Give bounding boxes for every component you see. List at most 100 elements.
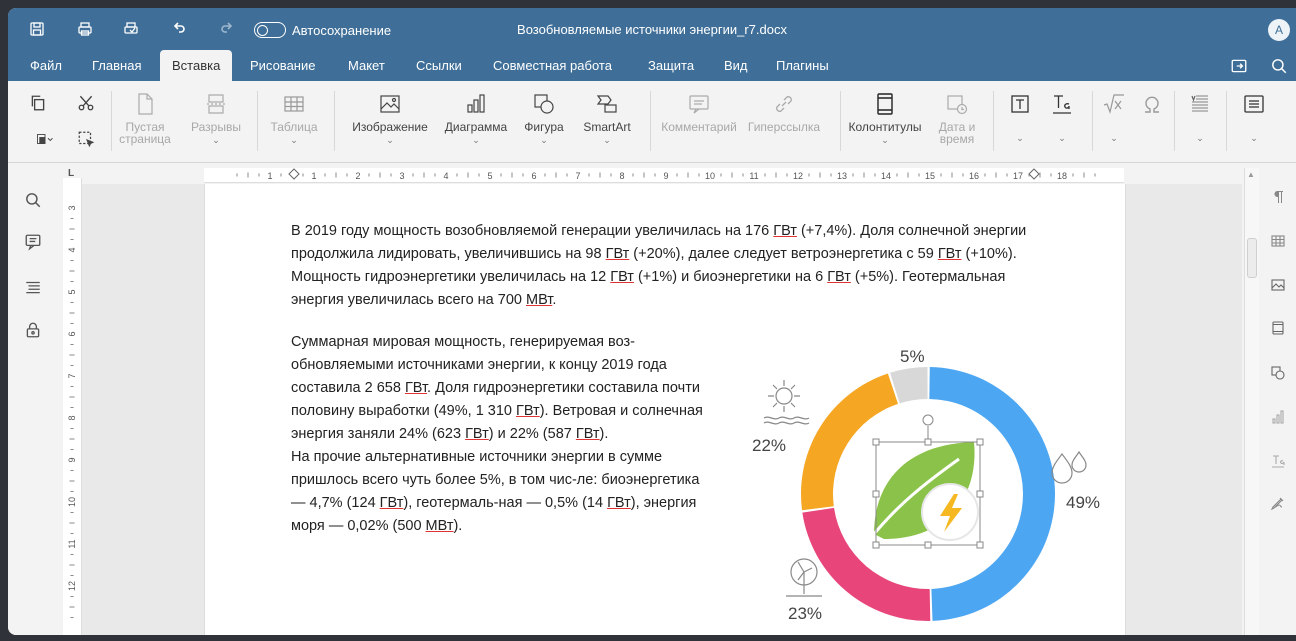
text-run: ).: [599, 426, 609, 442]
menu-file[interactable]: Файл: [26, 50, 66, 81]
ruler-label: 12: [793, 171, 803, 181]
chevron-down-icon: ⌄: [290, 135, 298, 145]
chevron-down-icon: ⌄: [1110, 133, 1118, 143]
paragraph-growth[interactable]: В 2019 году мощность возобновляемой гене…: [291, 220, 1051, 312]
ruler-label: 10: [705, 171, 715, 181]
left-indent-marker[interactable]: [288, 168, 300, 180]
search-icon[interactable]: [24, 191, 44, 211]
image-settings-icon[interactable]: [1270, 277, 1288, 295]
text-run: .: [552, 292, 557, 308]
comments-icon[interactable]: [24, 233, 44, 253]
search-icon[interactable]: [1270, 57, 1288, 75]
equation-button[interactable]: ⌄: [1096, 91, 1132, 144]
shape-settings-icon[interactable]: [1270, 365, 1288, 383]
header-footer-button[interactable]: Колонтитулы ⌄: [846, 91, 924, 146]
dropcap-button[interactable]: ⌄: [1182, 91, 1218, 144]
smartart-button[interactable]: SmartArt ⌄: [576, 91, 638, 146]
user-avatar[interactable]: A: [1268, 19, 1290, 41]
menu-view[interactable]: Вид: [720, 50, 752, 81]
paste-icon[interactable]: [28, 129, 62, 149]
ruler-label: 3: [399, 171, 404, 181]
content-controls-icon: [1241, 91, 1267, 117]
wind-percent-label: 23%: [788, 604, 822, 623]
chevron-down-icon: ⌄: [1250, 133, 1258, 143]
blank-page-button[interactable]: Пустая страница: [116, 91, 174, 145]
comment-button[interactable]: Комментарий: [656, 91, 742, 133]
leaf-bolt-icon[interactable]: [872, 414, 984, 549]
right-indent-marker[interactable]: [1028, 168, 1040, 180]
navigation-icon[interactable]: [24, 278, 44, 298]
energy-share-donut-chart[interactable]: 49% 23% 22% 5%: [724, 334, 1124, 634]
ruler-label: 8: [619, 171, 624, 181]
text-art-button[interactable]: ⌄: [1044, 91, 1080, 144]
table-settings-icon[interactable]: [1270, 233, 1288, 251]
table-label: Таблица: [270, 120, 318, 134]
cut-icon[interactable]: [76, 93, 96, 113]
chart-settings-icon[interactable]: [1270, 409, 1288, 427]
image-icon: [377, 91, 403, 117]
image-button[interactable]: Изображение ⌄: [348, 91, 432, 146]
text-art-settings-icon[interactable]: [1270, 453, 1288, 471]
open-location-icon[interactable]: [1230, 57, 1248, 75]
document-title: Возобновляемые источники энергии_r7.docx: [517, 22, 787, 37]
menu-home[interactable]: Главная: [88, 50, 145, 81]
ruler-label: 18: [1057, 171, 1067, 181]
menu-protection[interactable]: Защита: [644, 50, 698, 81]
square-root-icon: [1101, 91, 1127, 117]
menu-collaboration[interactable]: Совместная работа: [489, 50, 616, 81]
copy-icon[interactable]: [28, 93, 48, 113]
ruler-label: 4: [67, 247, 77, 252]
header-footer-settings-icon[interactable]: [1270, 320, 1288, 338]
undo-icon[interactable]: [168, 18, 190, 40]
symbol-button[interactable]: [1136, 91, 1168, 117]
ruler-label: 1: [311, 171, 316, 181]
menu-insert[interactable]: Вставка: [160, 50, 233, 81]
unit-underlined: ГВт: [379, 495, 404, 511]
unit-underlined: ГВт: [607, 495, 631, 511]
paragraph-mark-icon[interactable]: [1270, 189, 1288, 207]
signature-icon[interactable]: [1270, 495, 1288, 513]
unit-underlined: ГВт: [404, 380, 428, 396]
menu-layout[interactable]: Макет: [344, 50, 389, 81]
right-sidebar: [1260, 163, 1296, 635]
menu-draw[interactable]: Рисование: [246, 50, 319, 81]
chart-label: Диаграмма: [444, 120, 508, 134]
chevron-down-icon: ⌄: [1016, 133, 1024, 143]
table-button[interactable]: Таблица ⌄: [266, 91, 322, 146]
scroll-up-icon[interactable]: ▲: [1247, 170, 1255, 179]
menu-references[interactable]: Ссылки: [412, 50, 466, 81]
toolbar-separator: [257, 91, 258, 151]
text-run: (+20%), далее следует ветроэнергетика с …: [629, 246, 938, 262]
print-icon[interactable]: [74, 18, 96, 40]
ruler-label: 4: [443, 171, 448, 181]
ruler-label: 11: [749, 171, 758, 181]
horizontal-ruler[interactable]: 1 1 2 3 4 5 6 7 8 9 10 11 12 13 14 15 16 17 18: [204, 168, 1124, 183]
content-controls-button[interactable]: ⌄: [1236, 91, 1272, 144]
unit-underlined: ГВт: [465, 426, 489, 442]
hyperlink-button[interactable]: Гиперссылка: [744, 91, 824, 133]
autosave-toggle[interactable]: Автосохранение: [254, 21, 391, 39]
toolbar-separator: [650, 91, 651, 151]
unit-underlined: ГВт: [516, 403, 540, 419]
header-footer-icon: [872, 91, 898, 117]
scrollbar-thumb[interactable]: [1247, 238, 1257, 278]
save-icon[interactable]: [26, 18, 48, 40]
breaks-button[interactable]: Разрывы ⌄: [186, 91, 246, 146]
link-icon: [771, 91, 797, 117]
shape-button[interactable]: Фигура ⌄: [516, 91, 572, 146]
redo-icon[interactable]: [216, 18, 238, 40]
select-icon[interactable]: [76, 129, 96, 149]
text-box-button[interactable]: ⌄: [1002, 91, 1038, 144]
paragraph-total[interactable]: Суммарная мировая мощность, генерируемая…: [291, 331, 711, 538]
toggle-switch-icon[interactable]: [254, 22, 286, 38]
lock-icon[interactable]: [24, 321, 44, 341]
quick-print-icon[interactable]: [120, 18, 142, 40]
ruler-label: 5: [487, 171, 492, 181]
menu-plugins[interactable]: Плагины: [772, 50, 833, 81]
chart-button[interactable]: Диаграмма ⌄: [440, 91, 512, 146]
vertical-scrollbar[interactable]: ▲: [1244, 168, 1259, 635]
date-time-button[interactable]: Дата и время: [932, 91, 982, 145]
omega-icon: [1139, 91, 1165, 117]
ruler-label: 11: [67, 539, 77, 548]
vertical-ruler[interactable]: 3 4 5 6 7 8 9 10 11 12: [63, 178, 82, 635]
